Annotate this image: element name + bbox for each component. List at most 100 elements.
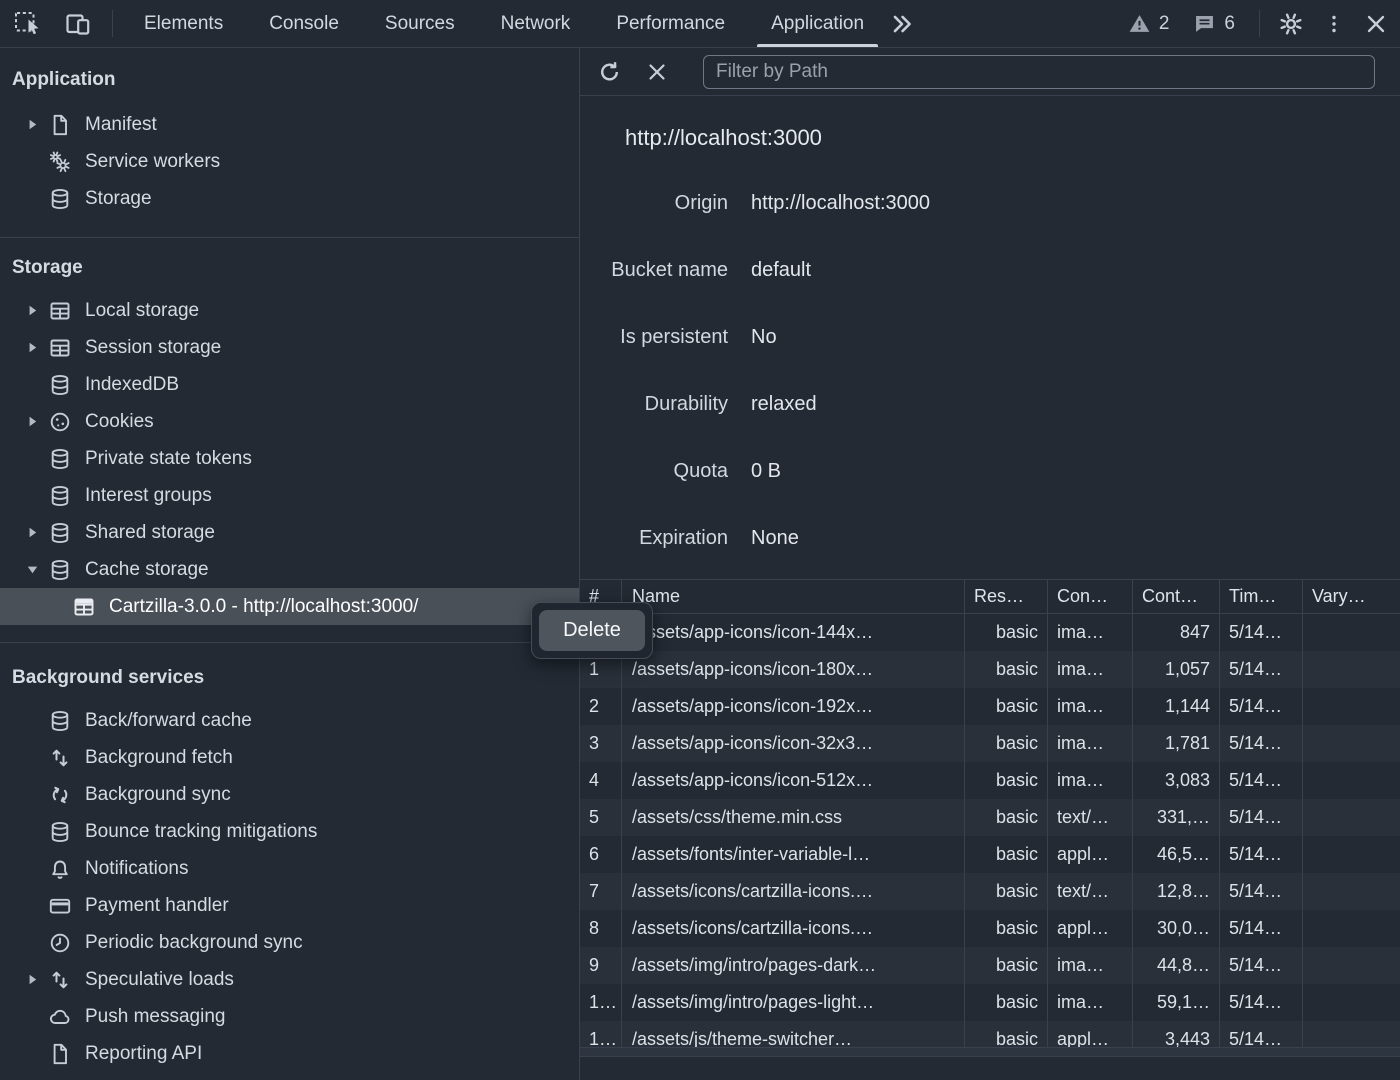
table-row[interactable]: 1…/assets/img/intro/pages-light…basicima… (580, 984, 1400, 1021)
sidebar-item-background-fetch[interactable]: Background fetch (0, 739, 579, 776)
sidebar-item-interest-groups[interactable]: Interest groups (0, 477, 579, 514)
close-icon[interactable] (1364, 12, 1388, 36)
metadata-label: Expiration (580, 527, 728, 550)
table-row[interactable]: 9/assets/img/intro/pages-dark…basicima…4… (580, 947, 1400, 984)
message-count: 6 (1224, 13, 1235, 35)
cell-content-type: ima… (1048, 725, 1133, 762)
table-row[interactable]: 7/assets/icons/cartzilla-icons.…basictex… (580, 873, 1400, 910)
expander-down-icon[interactable] (26, 563, 48, 576)
service-worker-icon (48, 150, 72, 174)
cell-num: 1… (580, 984, 622, 1021)
devtools-topbar: ElementsConsoleSourcesNetworkPerformance… (0, 0, 1400, 48)
sidebar-item-label: Background fetch (85, 747, 233, 769)
console-messages-button[interactable]: 6 (1193, 12, 1235, 35)
tab-console[interactable]: Console (246, 0, 362, 47)
expander-right-icon[interactable] (26, 415, 48, 428)
column-header-content-length[interactable]: Cont… (1133, 580, 1220, 613)
cell-response-type: basic (965, 873, 1048, 910)
grid-icon (72, 595, 96, 619)
sidebar-item-private-state-tokens[interactable]: Private state tokens (0, 440, 579, 477)
column-header-name[interactable]: Name (622, 580, 965, 613)
sidebar-item-cache-storage[interactable]: Cache storage (0, 551, 579, 588)
metadata-value: None (751, 527, 799, 550)
sidebar-item-back-forward-cache[interactable]: Back/forward cache (0, 702, 579, 739)
device-toolbar-icon[interactable] (65, 11, 91, 37)
cell-content-type: appl… (1048, 1021, 1133, 1047)
table-row[interactable]: 6/assets/fonts/inter-variable-l…basicapp… (580, 836, 1400, 873)
column-header-content-type[interactable]: Con… (1048, 580, 1133, 613)
expander-right-icon[interactable] (26, 526, 48, 539)
horizontal-scrollbar[interactable] (580, 1047, 1400, 1057)
kebab-menu-icon[interactable] (1322, 12, 1346, 36)
sidebar-item-manifest[interactable]: Manifest (0, 106, 579, 143)
cell-content-length: 1,781 (1133, 725, 1220, 762)
column-header-response-type[interactable]: Res… (965, 580, 1048, 613)
metadata-label: Origin (580, 192, 728, 215)
sidebar-item-speculative-loads[interactable]: Speculative loads (0, 961, 579, 998)
cell-content-length: 30,0… (1133, 910, 1220, 947)
sidebar-item-periodic-background-sync[interactable]: Periodic background sync (0, 924, 579, 961)
metadata-row: Originhttp://localhost:3000 (580, 170, 1400, 237)
sidebar-item-local-storage[interactable]: Local storage (0, 292, 579, 329)
sidebar-item-label: Interest groups (85, 485, 212, 507)
sidebar-item-cookies[interactable]: Cookies (0, 403, 579, 440)
sidebar-section-title: Background services (0, 660, 579, 696)
sidebar-item-cartzilla-3-0-0-http-localhost-3000[interactable]: Cartzilla-3.0.0 - http://localhost:3000/ (0, 588, 579, 625)
sidebar-item-notifications[interactable]: Notifications (0, 850, 579, 887)
sidebar-item-label: Reporting API (85, 1043, 202, 1065)
issues-warning-button[interactable]: 2 (1128, 12, 1170, 35)
sidebar-item-indexeddb[interactable]: IndexedDB (0, 366, 579, 403)
message-icon (1193, 12, 1216, 35)
expander-right-icon[interactable] (26, 118, 48, 131)
cell-vary (1303, 873, 1400, 910)
table-row[interactable]: 0/assets/app-icons/icon-144x…basicima…84… (580, 614, 1400, 651)
cell-vary (1303, 910, 1400, 947)
sidebar-item-session-storage[interactable]: Session storage (0, 329, 579, 366)
settings-gear-icon[interactable] (1278, 11, 1304, 37)
sidebar-items: Back/forward cache Background fetch Backgr… (0, 702, 579, 1072)
column-header-time-cached[interactable]: Tim… (1220, 580, 1303, 613)
cell-name: /assets/app-icons/icon-192x… (622, 688, 965, 725)
cell-name: /assets/icons/cartzilla-icons.… (622, 910, 965, 947)
metadata-label: Is persistent (580, 326, 728, 349)
expander-right-icon[interactable] (26, 973, 48, 986)
tab-elements[interactable]: Elements (121, 0, 246, 47)
sidebar-item-service-workers[interactable]: Service workers (0, 143, 579, 180)
sidebar-section-storage: StorageLocal storageSession storageIndex… (0, 237, 579, 642)
table-row[interactable]: 4/assets/app-icons/icon-512x…basicima…3,… (580, 762, 1400, 799)
sidebar-item-payment-handler[interactable]: Payment handler (0, 887, 579, 924)
table-row[interactable]: 8/assets/icons/cartzilla-icons.…basicapp… (580, 910, 1400, 947)
sidebar-item-push-messaging[interactable]: Push messaging (0, 998, 579, 1035)
filter-input[interactable] (703, 55, 1375, 89)
expander-right-icon[interactable] (26, 341, 48, 354)
table-row[interactable]: 1…/assets/js/theme-switcher…basicappl…3,… (580, 1021, 1400, 1047)
metadata-row: Bucket namedefault (580, 237, 1400, 304)
sidebar-item-background-sync[interactable]: Background sync (0, 776, 579, 813)
table-row[interactable]: 3/assets/app-icons/icon-32x3…basicima…1,… (580, 725, 1400, 762)
refresh-icon[interactable] (597, 59, 623, 85)
sidebar-item-reporting-api[interactable]: Reporting API (0, 1035, 579, 1072)
inspect-icon[interactable] (14, 11, 40, 37)
tab-application[interactable]: Application (748, 0, 887, 47)
table-row[interactable]: 1/assets/app-icons/icon-180x…basicima…1,… (580, 651, 1400, 688)
sync-icon (48, 783, 72, 807)
expander-right-icon[interactable] (26, 304, 48, 317)
sidebar-item-shared-storage[interactable]: Shared storage (0, 514, 579, 551)
cell-content-length: 44,8… (1133, 947, 1220, 984)
table-row[interactable]: 2/assets/app-icons/icon-192x…basicima…1,… (580, 688, 1400, 725)
tab-network[interactable]: Network (478, 0, 594, 47)
column-header-vary[interactable]: Vary… (1303, 580, 1400, 613)
delete-menu-item[interactable]: Delete (539, 610, 645, 651)
clear-icon[interactable] (645, 60, 669, 84)
sidebar-item-label: Manifest (85, 114, 157, 136)
more-tabs-icon[interactable] (889, 11, 915, 37)
sidebar-item-storage[interactable]: Storage (0, 180, 579, 217)
tab-sources[interactable]: Sources (362, 0, 478, 47)
expander-spacer (26, 155, 48, 168)
table-row[interactable]: 5/assets/css/theme.min.cssbasictext/…331… (580, 799, 1400, 836)
tab-performance[interactable]: Performance (593, 0, 748, 47)
database-icon (48, 521, 72, 545)
expander-spacer (26, 192, 48, 205)
sidebar-item-bounce-tracking-mitigations[interactable]: Bounce tracking mitigations (0, 813, 579, 850)
cell-vary (1303, 799, 1400, 836)
